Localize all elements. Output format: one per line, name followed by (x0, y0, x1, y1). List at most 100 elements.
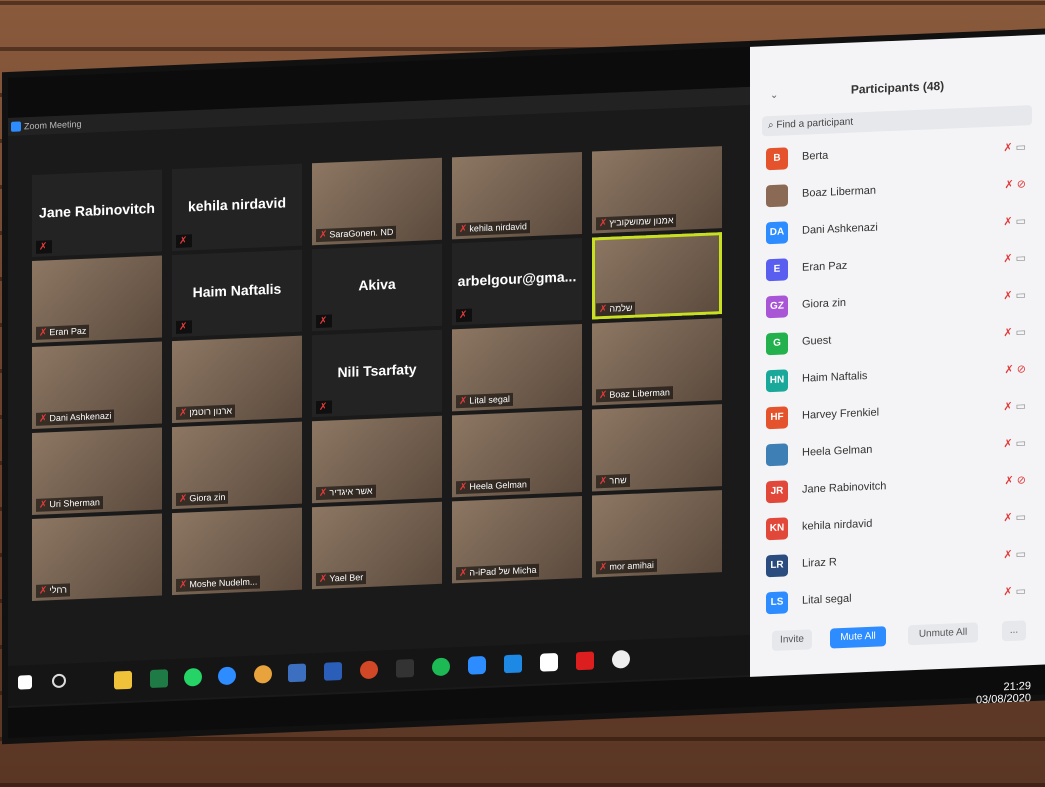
video-tile[interactable]: ✗ Boaz Liberman (592, 318, 722, 406)
video-tile[interactable]: arbelgour@gma... ✗ (452, 237, 582, 326)
avatar: DA (766, 221, 788, 245)
video-tile[interactable]: ✗ Moshe Nudelm... (172, 507, 302, 596)
participant-row[interactable]: LR Liraz R ✗ ▭ (766, 540, 1036, 581)
video-tile[interactable]: ✗ Giora zin (172, 421, 302, 510)
mute-all-button[interactable]: Mute All (830, 626, 886, 649)
video-off-icon: ⊘ (1016, 474, 1026, 487)
app2-icon[interactable] (504, 654, 522, 674)
tile-label-text: Uri Sherman (49, 497, 100, 510)
participant-row[interactable]: KN kehila nirdavid ✗ ▭ (766, 503, 1036, 544)
slack-icon[interactable] (540, 652, 558, 672)
calculator-icon[interactable] (288, 663, 306, 683)
tile-name-label: ✗ אשר איגדיר (316, 484, 376, 501)
unmute-all-button[interactable]: Unmute All (908, 622, 978, 646)
app-icon[interactable] (396, 658, 414, 678)
muted-mic-icon: ✗ (319, 229, 328, 241)
more-button[interactable]: ... (1002, 620, 1026, 642)
participant-row[interactable]: GZ Giora zin ✗ ▭ (766, 281, 1036, 322)
windows-start-icon[interactable] (18, 674, 32, 690)
search-icon[interactable] (52, 673, 66, 689)
avatar: GZ (766, 295, 788, 319)
muted-mic-icon: ✗ (39, 327, 48, 339)
excel-icon[interactable] (150, 669, 168, 689)
tile-name-label: ✗ אמנון שמושקוביץ (596, 213, 677, 231)
participant-name: kehila nirdavid (802, 517, 873, 533)
video-tile[interactable]: Akiva ✗ (312, 243, 442, 332)
tile-label-text: Dani Ashkenazi (49, 410, 112, 424)
acrobat-icon[interactable] (576, 651, 594, 671)
avatar: LS (766, 591, 788, 615)
participant-row[interactable]: LS Lital segal ✗ ▭ (766, 577, 1036, 618)
participant-row[interactable]: Boaz Liberman ✗ ⊘ (766, 170, 1036, 211)
tile-label-text: Lital segal (469, 393, 510, 406)
muted-mic-icon: ✗ (1003, 437, 1016, 451)
video-tile[interactable]: ✗ רחלי (32, 513, 162, 601)
chrome-icon[interactable] (254, 664, 272, 684)
participant-row[interactable]: DA Dani Ashkenazi ✗ ▭ (766, 207, 1036, 248)
tile-display-name: arbelgour@gma... (457, 268, 577, 290)
tile-name-label: ✗ ארנון רוטמן (176, 404, 236, 420)
muted-mic-icon: ✗ (1003, 141, 1016, 155)
spotify-icon[interactable] (432, 657, 450, 677)
tile-display-name: Akiva (358, 275, 396, 294)
file-explorer-icon[interactable] (114, 670, 132, 690)
tile-name-label: ✗ (456, 308, 473, 323)
tile-name-label: ✗ Heela Gelman (456, 478, 530, 495)
tile-name-label: ✗ Yael Ber (316, 570, 367, 587)
invite-button[interactable]: Invite (772, 629, 812, 651)
video-tile[interactable]: ✗ Uri Sherman (32, 427, 162, 515)
participant-row[interactable]: HN Haim Naftalis ✗ ⊘ (766, 355, 1036, 396)
word-icon[interactable] (324, 662, 342, 681)
tile-name-label: ✗ ה-iPad של Micha (456, 563, 540, 581)
participant-name: Haim Naftalis (802, 369, 868, 385)
video-tile[interactable]: ✗ אמנון שמושקוביץ (592, 146, 722, 234)
video-tile[interactable]: ✗ Dani Ashkenazi (32, 341, 162, 429)
video-tile[interactable]: ✗ שחר (592, 404, 722, 492)
participant-row[interactable]: B Berta ✗ ▭ (766, 133, 1036, 174)
muted-mic-icon: ✗ (1004, 363, 1017, 377)
video-tile[interactable]: ✗ אשר איגדיר (312, 415, 442, 504)
tile-name-label: ✗ (176, 234, 193, 248)
video-tile[interactable]: ✗ שלמה (592, 232, 722, 320)
video-tile[interactable]: ✗ Lital segal (452, 323, 582, 412)
teamviewer-icon[interactable] (218, 666, 236, 686)
tile-name-label: ✗ SaraGonen. ND (316, 225, 397, 243)
settings-gear-icon[interactable] (612, 649, 630, 669)
zoom-icon[interactable] (468, 655, 486, 675)
muted-mic-icon: ✗ (459, 309, 468, 322)
video-tile[interactable]: Jane Rabinovitch ✗ (32, 169, 162, 257)
participant-row[interactable]: E Eran Paz ✗ ▭ (766, 244, 1036, 285)
muted-mic-icon: ✗ (179, 321, 188, 333)
whatsapp-icon[interactable] (184, 667, 202, 687)
tile-name-label: ✗ Lital segal (456, 392, 513, 409)
muted-mic-icon: ✗ (1003, 252, 1016, 266)
video-camera-icon: ▭ (1015, 511, 1026, 524)
participant-row[interactable]: G Guest ✗ ▭ (766, 318, 1036, 359)
muted-mic-icon: ✗ (459, 567, 468, 580)
video-tile[interactable]: ✗ ארנון רוטמן (172, 335, 302, 424)
muted-mic-icon: ✗ (179, 493, 188, 505)
participant-row[interactable]: HF Harvey Frenkiel ✗ ▭ (766, 392, 1036, 433)
video-tile[interactable]: ✗ ה-iPad של Micha (452, 495, 582, 584)
participant-search-input[interactable]: ⌕ Find a participant (762, 105, 1032, 137)
video-tile[interactable]: ✗ SaraGonen. ND (312, 157, 442, 246)
muted-mic-icon: ✗ (599, 561, 608, 574)
video-tile[interactable]: ✗ kehila nirdavid (452, 151, 582, 240)
tile-display-name: Haim Naftalis (192, 280, 282, 301)
video-grid: Jane Rabinovitch ✗ kehila nirdavid ✗ ✗ SaraGo… (32, 146, 732, 615)
participant-row[interactable]: JR Jane Rabinovitch ✗ ⊘ (766, 466, 1036, 507)
tile-name-label: ✗ Eran Paz (36, 324, 90, 340)
video-tile[interactable]: ✗ mor amihai (592, 490, 722, 578)
video-tile[interactable]: Haim Naftalis ✗ (172, 249, 302, 338)
powerpoint-icon[interactable] (360, 660, 378, 680)
muted-mic-icon: ✗ (1004, 474, 1017, 488)
video-tile[interactable]: kehila nirdavid ✗ (172, 163, 302, 252)
muted-mic-icon: ✗ (1003, 326, 1016, 340)
muted-mic-icon: ✗ (179, 407, 188, 419)
video-tile[interactable]: Nili Tsarfaty ✗ (312, 329, 442, 418)
tile-name-label: ✗ Boaz Liberman (596, 386, 673, 403)
video-tile[interactable]: ✗ Heela Gelman (452, 409, 582, 498)
participant-row[interactable]: Heela Gelman ✗ ▭ (766, 429, 1036, 470)
video-tile[interactable]: ✗ Eran Paz (32, 255, 162, 343)
video-tile[interactable]: ✗ Yael Ber (312, 501, 442, 590)
